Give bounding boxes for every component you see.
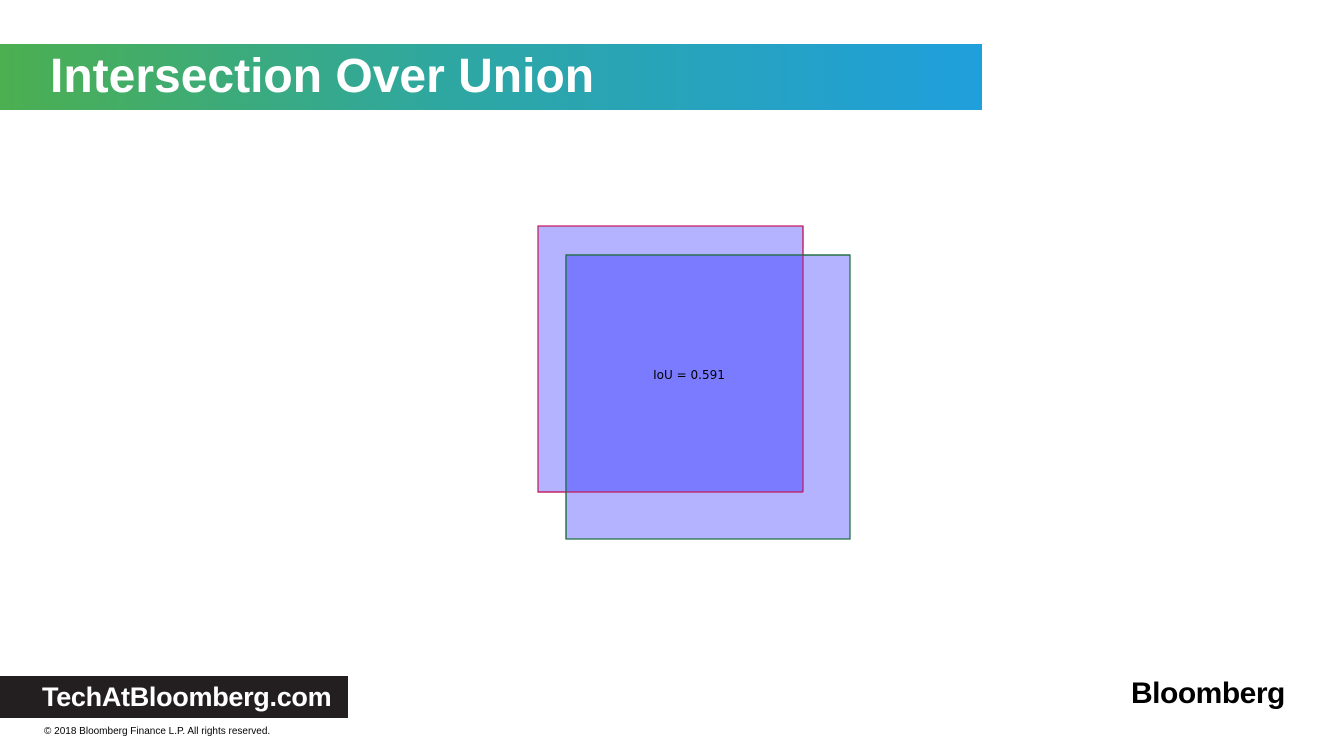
site-badge-text: TechAtBloomberg.com: [42, 682, 332, 712]
bloomberg-logo: Bloomberg: [1131, 677, 1285, 710]
site-badge: TechAtBloomberg.com: [0, 676, 348, 718]
iou-label: IoU = 0.591: [653, 368, 725, 382]
iou-diagram: IoU = 0.591: [537, 225, 851, 540]
copyright-notice: © 2018 Bloomberg Finance L.P. All rights…: [44, 726, 271, 737]
slide: Intersection Over Union IoU = 0.591 Tech…: [0, 0, 1333, 750]
